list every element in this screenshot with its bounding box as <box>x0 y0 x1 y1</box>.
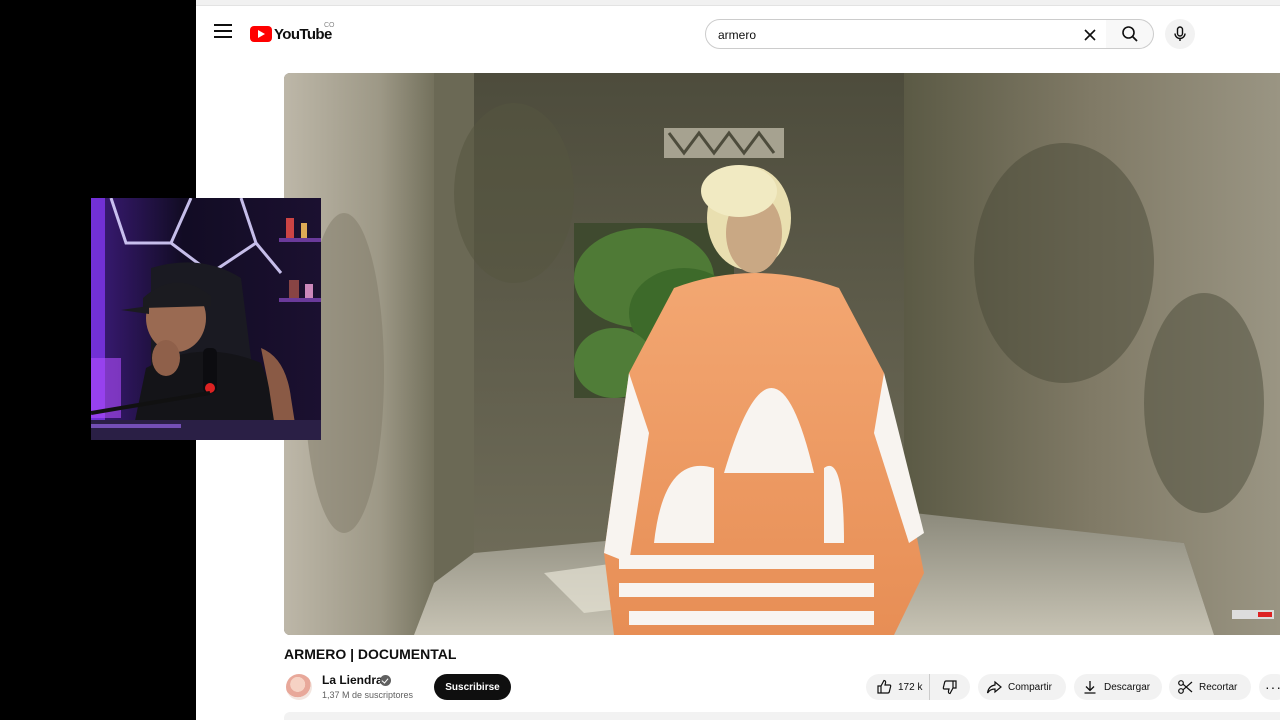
share-label: Compartir <box>1008 681 1052 693</box>
share-icon <box>986 680 1002 694</box>
channel-avatar[interactable] <box>286 674 312 700</box>
webcam-feed <box>91 198 321 440</box>
verified-icon <box>380 675 391 686</box>
search-input[interactable] <box>718 26 1078 44</box>
video-player[interactable] <box>284 73 1280 635</box>
thumbs-up-icon <box>877 679 892 694</box>
download-label: Descargar <box>1104 681 1151 693</box>
subscribe-button[interactable]: Suscribirse <box>434 674 511 700</box>
like-dislike-group: 172 k <box>866 674 970 700</box>
dislike-button[interactable] <box>930 674 970 700</box>
channel-name[interactable]: La Liendra <box>322 673 383 687</box>
clip-button[interactable]: Recortar <box>1169 674 1251 700</box>
subscriber-count: 1,37 M de suscriptores <box>322 690 414 700</box>
clear-icon[interactable] <box>1080 25 1100 45</box>
microphone-icon <box>1174 26 1186 41</box>
video-frame <box>284 73 1280 635</box>
description-box[interactable] <box>284 712 1280 720</box>
menu-icon[interactable] <box>214 24 232 40</box>
search-button[interactable] <box>1106 19 1154 49</box>
webcam-overlay <box>91 198 321 440</box>
browser-top-strip <box>196 0 1280 6</box>
video-title: ARMERO | DOCUMENTAL <box>284 646 457 662</box>
more-actions-button[interactable]: ··· <box>1259 674 1280 700</box>
clip-label: Recortar <box>1199 681 1238 693</box>
voice-search-button[interactable] <box>1165 19 1195 49</box>
youtube-page: YouTube CO armero ARMERO | DOCUMENTAL La… <box>196 0 1280 720</box>
youtube-logo[interactable]: YouTube <box>250 24 332 44</box>
share-button[interactable]: Compartir <box>978 674 1066 700</box>
channel-watermark <box>1232 610 1274 619</box>
thumbs-down-icon <box>942 680 957 695</box>
like-button[interactable]: 172 k <box>866 674 930 700</box>
youtube-play-icon <box>250 26 272 42</box>
like-count: 172 k <box>898 681 923 693</box>
search-icon <box>1121 26 1138 42</box>
region-code: CO <box>324 22 335 29</box>
download-icon <box>1084 681 1096 694</box>
masthead: YouTube CO <box>196 10 1280 58</box>
scissors-icon <box>1178 680 1193 694</box>
search-box <box>705 19 1107 49</box>
download-button[interactable]: Descargar <box>1074 674 1162 700</box>
